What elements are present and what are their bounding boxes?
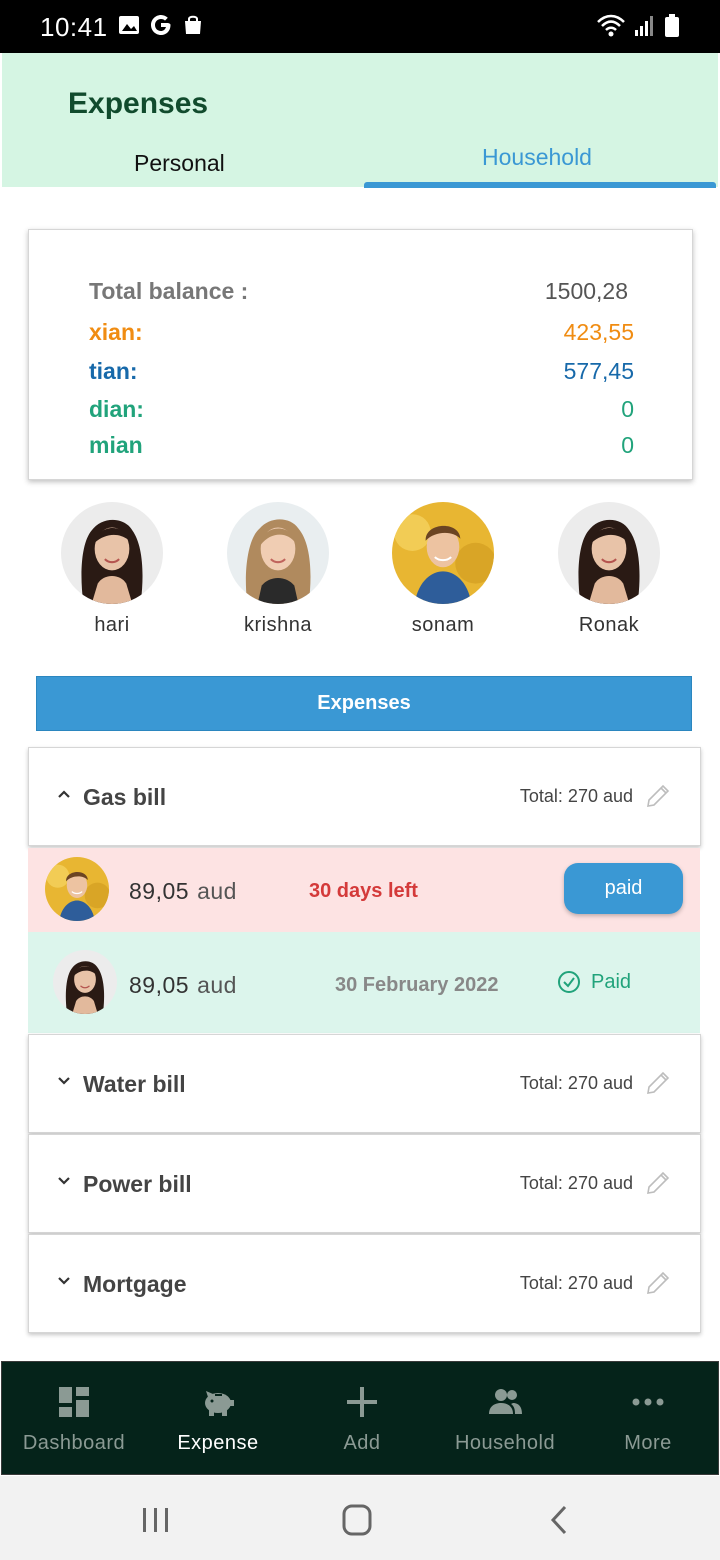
paid-status: Paid [557, 970, 631, 994]
member-hari[interactable]: hari [61, 502, 163, 637]
payment-row-paid: 89,05 aud 30 February 2022 Paid [28, 932, 700, 1033]
nav-label: Household [454, 1432, 556, 1454]
nav-label: Expense [177, 1432, 259, 1454]
tab-indicator [364, 182, 716, 188]
pencil-icon[interactable] [644, 1269, 672, 1297]
paid-status-label: Paid [591, 970, 632, 993]
bill-total: Total: 270 aud [519, 1073, 633, 1093]
member-sonam[interactable]: sonam [392, 502, 494, 637]
payment-amount: 89,05 aud [129, 972, 237, 998]
payment-row-unpaid: 89,05 aud 30 days left paid [28, 848, 700, 932]
member-balance-name: mian [89, 432, 143, 458]
bill-name: Power bill [83, 1171, 192, 1197]
nav-label: Add [343, 1432, 381, 1454]
member-balance-value: 0 [621, 396, 634, 422]
avatar [558, 502, 660, 604]
app-header: Expenses Personal Household [2, 53, 718, 188]
bill-mortgage[interactable]: Mortgage Total: 270 aud [28, 1234, 701, 1333]
member-balance-row: xian: 423,55 [89, 319, 634, 346]
mark-paid-button[interactable]: paid [564, 863, 683, 914]
avatar [392, 502, 494, 604]
total-balance-value: 1500,28 [544, 278, 628, 304]
dashboard-icon [59, 1387, 89, 1417]
nav-label: Dashboard [22, 1432, 126, 1454]
bill-total: Total: 270 aud [519, 1273, 633, 1293]
member-balance-row: tian: 577,45 [89, 358, 634, 385]
tab-household[interactable]: Household [482, 144, 592, 171]
wifi-icon [597, 14, 625, 37]
member-balance-value: 423,55 [563, 319, 634, 345]
payment-date: 30 February 2022 [335, 974, 499, 996]
google-icon [151, 15, 171, 35]
payment-currency: aud [197, 972, 237, 998]
nav-expense[interactable]: Expense [146, 1362, 290, 1476]
nav-label: More [624, 1432, 672, 1454]
nav-more[interactable]: More [576, 1362, 720, 1476]
member-balance-name: xian: [89, 319, 143, 345]
member-balance-value: 0 [621, 432, 634, 458]
signal-icon [635, 16, 653, 36]
payment-amount: 89,05 aud [129, 878, 237, 904]
piggy-bank-icon [205, 1391, 234, 1416]
member-name: krishna [244, 614, 312, 636]
more-dots-icon [632, 1398, 664, 1406]
member-balance-row: mian 0 [89, 432, 634, 459]
avatar [45, 857, 109, 921]
status-bar: 10:41 [0, 0, 720, 53]
nav-add[interactable]: Add [290, 1362, 434, 1476]
total-balance-label: Total balance : [89, 278, 249, 304]
chevron-down-icon[interactable] [56, 1073, 72, 1089]
plus-icon [347, 1387, 377, 1417]
chevron-up-icon[interactable] [56, 786, 72, 802]
bill-name: Gas bill [83, 784, 167, 810]
people-icon [489, 1389, 522, 1414]
bill-total: Total: 270 aud [519, 786, 633, 806]
member-ronak[interactable]: Ronak [558, 502, 660, 637]
bill-water[interactable]: Water bill Total: 270 aud [28, 1034, 701, 1133]
member-balance-row: dian: 0 [89, 396, 634, 423]
tab-personal[interactable]: Personal [134, 150, 225, 177]
chevron-down-icon[interactable] [56, 1173, 72, 1189]
member-krishna[interactable]: krishna [227, 502, 329, 637]
status-time: 10:41 [40, 12, 108, 42]
balance-card: Total balance : 1500,28 xian: 423,55 tia… [28, 229, 693, 480]
pencil-icon[interactable] [644, 782, 672, 810]
bill-total: Total: 270 aud [519, 1173, 633, 1193]
system-navigation-bar [0, 1476, 720, 1560]
member-name: hari [94, 614, 130, 636]
member-balance-value: 577,45 [563, 358, 634, 384]
bill-name: Mortgage [83, 1271, 187, 1297]
chevron-down-icon[interactable] [56, 1273, 72, 1289]
nav-household[interactable]: Household [433, 1362, 577, 1476]
bill-power[interactable]: Power bill Total: 270 aud [28, 1134, 701, 1233]
avatar [227, 502, 329, 604]
member-balance-name: tian: [89, 358, 138, 384]
check-circle-icon [558, 971, 580, 993]
home-icon[interactable] [337, 1503, 377, 1537]
pencil-icon[interactable] [644, 1169, 672, 1197]
bottom-navigation: Dashboard Expense Add Household More [1, 1361, 719, 1475]
member-name: sonam [411, 614, 475, 636]
bill-name: Water bill [83, 1071, 186, 1097]
pencil-icon[interactable] [644, 1069, 672, 1097]
recent-apps-icon[interactable] [136, 1503, 176, 1537]
avatar [61, 502, 163, 604]
member-name: Ronak [578, 614, 640, 636]
battery-icon [665, 14, 679, 37]
member-balance-name: dian: [89, 396, 144, 422]
total-balance-row: Total balance : 1500,28 [89, 278, 634, 305]
back-icon[interactable] [540, 1503, 580, 1537]
days-left-label: 30 days left [309, 880, 418, 902]
bill-gas[interactable]: Gas bill Total: 270 aud [28, 747, 701, 846]
payment-currency: aud [197, 878, 237, 904]
page-title: Expenses [68, 87, 209, 120]
expenses-section-header: Expenses [36, 676, 692, 731]
gallery-icon [119, 16, 139, 34]
avatar [53, 950, 117, 1014]
shopping-bag-icon [185, 15, 201, 34]
nav-dashboard[interactable]: Dashboard [2, 1362, 146, 1476]
